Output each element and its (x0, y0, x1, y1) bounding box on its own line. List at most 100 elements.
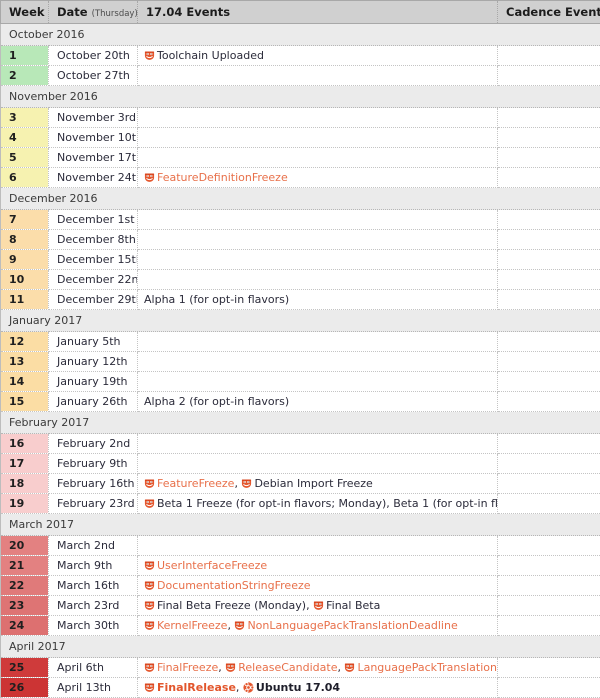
event-text: Debian Import Freeze (254, 477, 372, 490)
event-link[interactable]: KernelFreeze (157, 619, 227, 632)
event-link[interactable]: UserInterfaceFreeze (157, 559, 267, 572)
month-separator-row: March 2017 (1, 514, 600, 536)
table-row: 18February 16thFeatureFreeze, Debian Imp… (1, 474, 600, 494)
table-row: 14January 19th (1, 372, 600, 392)
events-cell (138, 352, 498, 372)
month-separator-row: January 2017 (1, 310, 600, 332)
column-header-cadence-label: Cadence Events (506, 5, 600, 19)
freeze-mask-icon (144, 172, 155, 183)
event-separator: , (236, 681, 243, 694)
freeze-mask-icon (313, 600, 324, 611)
event-link[interactable]: DocumentationStringFreeze (157, 579, 311, 592)
month-separator-row: November 2016 (1, 86, 600, 108)
week-number-cell: 24 (1, 616, 49, 636)
week-number-cell: 26 (1, 678, 49, 698)
table-row: 15January 26thAlpha 2 (for opt-in flavor… (1, 392, 600, 412)
week-number-cell: 7 (1, 210, 49, 230)
cadence-events-cell (498, 474, 600, 494)
events-cell: KernelFreeze, NonLanguagePackTranslation… (138, 616, 498, 636)
events-cell (138, 148, 498, 168)
events-cell (138, 66, 498, 86)
table-row: 25April 6thFinalFreeze, ReleaseCandidate… (1, 658, 600, 678)
column-header-events-label: 17.04 Events (146, 5, 230, 19)
cadence-events-cell (498, 250, 600, 270)
event-separator: , (337, 661, 344, 674)
event-link[interactable]: LanguagePackTranslationDeadline (357, 661, 497, 674)
event-link[interactable]: FinalRelease (157, 681, 236, 694)
cadence-events-cell (498, 658, 600, 678)
event-link[interactable]: FinalFreeze (157, 661, 218, 674)
cadence-events-cell (498, 678, 600, 698)
month-separator-row: October 2016 (1, 24, 600, 46)
table-row: 10December 22nd (1, 270, 600, 290)
week-number-cell: 25 (1, 658, 49, 678)
week-number-cell: 11 (1, 290, 49, 310)
month-label: January 2017 (1, 310, 600, 332)
month-separator-row: April 2017 (1, 636, 600, 658)
table-row: 20March 2nd (1, 536, 600, 556)
events-cell: FeatureDefinitionFreeze (138, 168, 498, 188)
cadence-events-cell (498, 230, 600, 250)
events-cell (138, 536, 498, 556)
event-text: Final Beta (326, 599, 380, 612)
week-number-cell: 6 (1, 168, 49, 188)
cadence-events-cell (498, 332, 600, 352)
events-cell (138, 230, 498, 250)
date-cell: November 10th (49, 128, 138, 148)
table-row: 3November 3rd (1, 108, 600, 128)
date-cell: January 26th (49, 392, 138, 412)
events-cell: FinalFreeze, ReleaseCandidate, LanguageP… (138, 658, 498, 678)
freeze-mask-icon (344, 662, 355, 673)
events-cell (138, 332, 498, 352)
events-cell: Toolchain Uploaded (138, 46, 498, 66)
week-number-cell: 20 (1, 536, 49, 556)
table-row: 11December 29thAlpha 1 (for opt-in flavo… (1, 290, 600, 310)
events-cell (138, 454, 498, 474)
table-row: 17February 9th (1, 454, 600, 474)
week-number-cell: 18 (1, 474, 49, 494)
cadence-events-cell (498, 290, 600, 310)
freeze-mask-icon (241, 478, 252, 489)
table-row: 2October 27th (1, 66, 600, 86)
date-cell: January 19th (49, 372, 138, 392)
week-number-cell: 10 (1, 270, 49, 290)
column-header-date: Date (Thursday) (49, 1, 138, 24)
event-separator: , (227, 619, 234, 632)
event-text: Final Beta Freeze (Monday), (157, 599, 313, 612)
date-cell: October 20th (49, 46, 138, 66)
event-link[interactable]: FeatureDefinitionFreeze (157, 171, 288, 184)
freeze-mask-icon (144, 662, 155, 673)
freeze-mask-icon (144, 478, 155, 489)
week-number-cell: 1 (1, 46, 49, 66)
month-label: December 2016 (1, 188, 600, 210)
week-number-cell: 23 (1, 596, 49, 616)
events-cell: DocumentationStringFreeze (138, 576, 498, 596)
table-row: 19February 23rdBeta 1 Freeze (for opt-in… (1, 494, 600, 514)
event-link[interactable]: ReleaseCandidate (238, 661, 337, 674)
cadence-events-cell (498, 270, 600, 290)
events-cell (138, 128, 498, 148)
month-separator-row: December 2016 (1, 188, 600, 210)
table-row: 26April 13thFinalRelease, Ubuntu 17.04 (1, 678, 600, 698)
event-link[interactable]: FeatureFreeze (157, 477, 234, 490)
event-link[interactable]: NonLanguagePackTranslationDeadline (247, 619, 457, 632)
date-cell: January 12th (49, 352, 138, 372)
table-row: 13January 12th (1, 352, 600, 372)
cadence-events-cell (498, 352, 600, 372)
table-row: 12January 5th (1, 332, 600, 352)
cadence-events-cell (498, 148, 600, 168)
ubuntu-logo-icon (243, 682, 254, 693)
event-text: Alpha 2 (for opt-in flavors) (144, 395, 289, 408)
column-header-date-sub: (Thursday) (92, 9, 138, 19)
date-cell: March 23rd (49, 596, 138, 616)
event-text: Ubuntu 17.04 (256, 681, 340, 694)
cadence-events-cell (498, 66, 600, 86)
events-cell (138, 250, 498, 270)
week-number-cell: 8 (1, 230, 49, 250)
column-header-events: 17.04 Events (138, 1, 498, 24)
date-cell: December 8th (49, 230, 138, 250)
cadence-events-cell (498, 596, 600, 616)
date-cell: December 15th (49, 250, 138, 270)
events-cell: Alpha 1 (for opt-in flavors) (138, 290, 498, 310)
release-schedule-table: Week Date (Thursday) 17.04 Events Cadenc… (0, 0, 600, 698)
